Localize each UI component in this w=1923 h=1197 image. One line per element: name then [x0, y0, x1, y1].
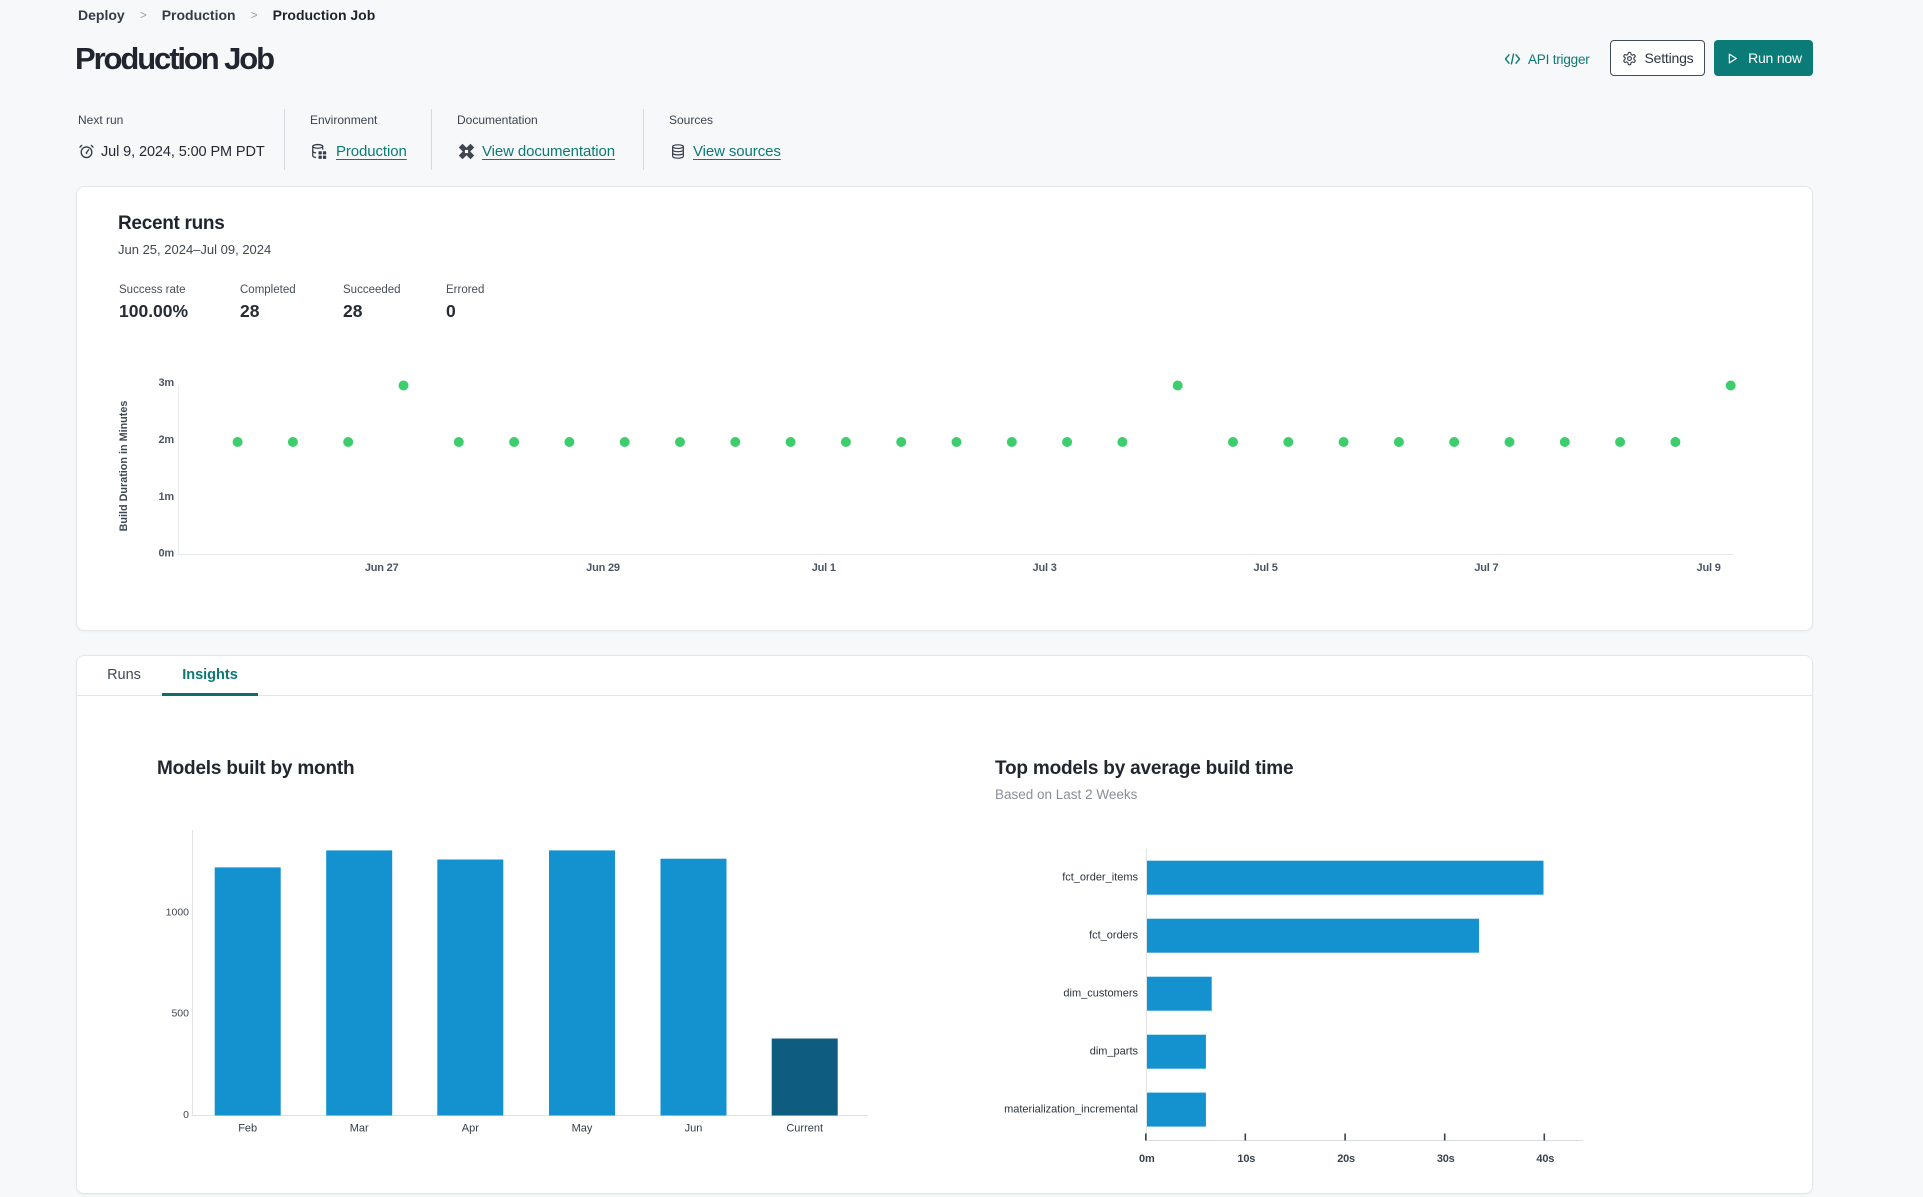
svg-text:Jul 9: Jul 9: [1697, 562, 1721, 574]
svg-text:Feb: Feb: [238, 1123, 257, 1135]
svg-text:1m: 1m: [159, 491, 175, 503]
svg-text:0m: 0m: [159, 548, 175, 560]
svg-text:Build Duration in Minutes: Build Duration in Minutes: [118, 401, 130, 532]
svg-text:Apr: Apr: [462, 1123, 479, 1135]
svg-text:Jul 1: Jul 1: [812, 562, 836, 574]
svg-text:30s: 30s: [1437, 1153, 1455, 1165]
svg-text:dim_parts: dim_parts: [1090, 1046, 1139, 1058]
svg-text:Jul 7: Jul 7: [1474, 562, 1498, 574]
svg-text:3m: 3m: [159, 377, 175, 389]
svg-text:20s: 20s: [1337, 1153, 1355, 1165]
svg-text:Current: Current: [786, 1123, 823, 1135]
svg-text:Jul 5: Jul 5: [1254, 562, 1278, 574]
svg-text:Jun 29: Jun 29: [586, 562, 620, 574]
svg-text:2m: 2m: [159, 434, 175, 446]
svg-text:500: 500: [171, 1008, 189, 1020]
svg-text:dim_customers: dim_customers: [1063, 988, 1138, 1000]
svg-text:40s: 40s: [1536, 1153, 1554, 1165]
svg-text:May: May: [572, 1123, 593, 1135]
svg-text:10s: 10s: [1237, 1153, 1255, 1165]
svg-text:Mar: Mar: [350, 1123, 369, 1135]
svg-text:fct_order_items: fct_order_items: [1062, 872, 1138, 884]
svg-text:0: 0: [183, 1109, 189, 1121]
svg-text:Jul 3: Jul 3: [1033, 562, 1057, 574]
svg-text:0m: 0m: [1139, 1153, 1155, 1165]
svg-text:materialization_incremental: materialization_incremental: [1004, 1104, 1138, 1116]
svg-text:fct_orders: fct_orders: [1089, 930, 1138, 942]
svg-text:1000: 1000: [166, 907, 190, 919]
svg-text:Jun 27: Jun 27: [365, 562, 399, 574]
svg-text:Jun: Jun: [685, 1123, 703, 1135]
